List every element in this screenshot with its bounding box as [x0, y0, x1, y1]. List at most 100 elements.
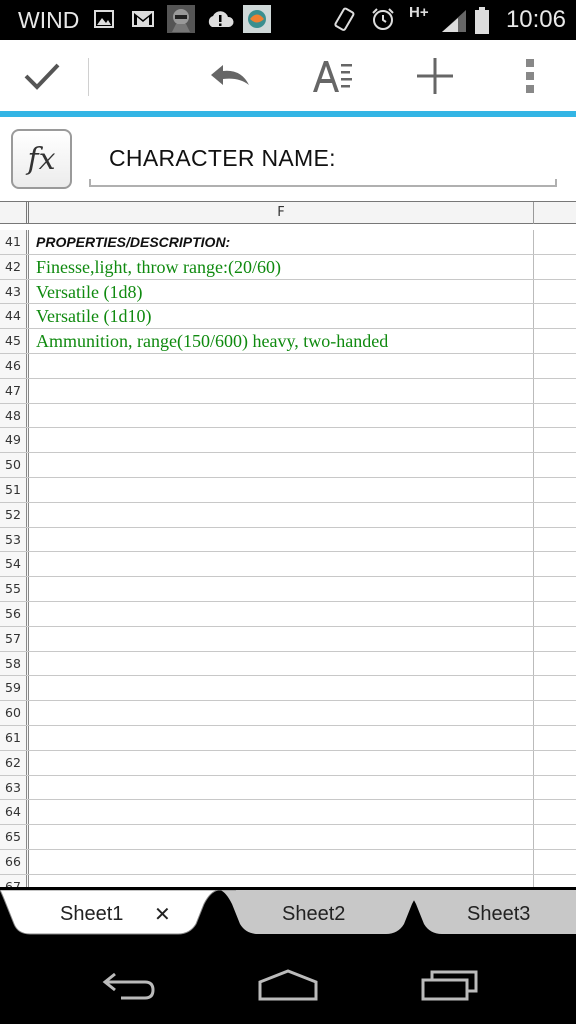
row-number[interactable]: 41: [0, 230, 29, 254]
function-button[interactable]: fx: [11, 129, 72, 189]
row-number[interactable]: 60: [0, 701, 29, 725]
cell-g[interactable]: [534, 577, 576, 601]
cell-g[interactable]: [534, 428, 576, 452]
row-number[interactable]: 64: [0, 800, 29, 825]
cell-g[interactable]: [534, 230, 576, 254]
insert-button[interactable]: [403, 40, 467, 112]
cell-f[interactable]: [29, 477, 534, 502]
formula-bar: fx CHARACTER NAME:: [0, 117, 576, 201]
cell-f[interactable]: [29, 750, 534, 775]
cell-g[interactable]: [534, 751, 576, 775]
cell-g[interactable]: [534, 776, 576, 800]
cell-f[interactable]: [29, 775, 534, 800]
row-number[interactable]: 56: [0, 601, 29, 626]
cell-g[interactable]: [534, 602, 576, 626]
row-number[interactable]: 55: [0, 577, 29, 601]
cell-f[interactable]: [29, 552, 534, 577]
home-button[interactable]: [248, 959, 328, 1011]
cell-g[interactable]: [534, 676, 576, 700]
row-number[interactable]: 59: [0, 676, 29, 701]
row-number[interactable]: 52: [0, 502, 29, 527]
cell-g[interactable]: [534, 503, 576, 527]
row-number[interactable]: 66: [0, 849, 29, 874]
row-number[interactable]: 67: [0, 874, 29, 887]
cell-f[interactable]: [29, 626, 534, 651]
cell-f[interactable]: [29, 502, 534, 527]
tab-sheet2[interactable]: Sheet2: [210, 890, 424, 935]
format-button[interactable]: [300, 40, 364, 112]
row-number[interactable]: 49: [0, 428, 29, 453]
cell-g[interactable]: [534, 726, 576, 750]
row-number[interactable]: 44: [0, 304, 29, 329]
row-number[interactable]: 53: [0, 527, 29, 552]
cell-f[interactable]: [29, 403, 534, 428]
table-row: 47: [0, 378, 576, 404]
cell-f[interactable]: [29, 428, 534, 453]
row-number[interactable]: 46: [0, 353, 29, 378]
cell-g[interactable]: [534, 652, 576, 676]
cell-g[interactable]: [534, 379, 576, 403]
cell-g[interactable]: [534, 701, 576, 725]
row-number[interactable]: 51: [0, 477, 29, 502]
cell-g[interactable]: [534, 528, 576, 552]
row-number[interactable]: 61: [0, 725, 29, 750]
formula-input[interactable]: CHARACTER NAME:: [89, 135, 557, 187]
cell-f[interactable]: [29, 676, 534, 701]
cell-g[interactable]: [534, 329, 576, 353]
row-number[interactable]: 42: [0, 254, 29, 279]
cell-f[interactable]: [29, 825, 534, 849]
row-number[interactable]: 63: [0, 775, 29, 800]
row-number[interactable]: 65: [0, 825, 29, 849]
overflow-menu-button[interactable]: [498, 40, 562, 112]
cell-f[interactable]: [29, 353, 534, 378]
back-button[interactable]: [88, 959, 168, 1011]
cell-f[interactable]: [29, 601, 534, 626]
cell-f[interactable]: [29, 800, 534, 825]
row-number[interactable]: 54: [0, 552, 29, 577]
cell-g[interactable]: [534, 453, 576, 477]
cell-f[interactable]: [29, 874, 534, 887]
cell-g[interactable]: [534, 404, 576, 428]
cell-g[interactable]: [534, 627, 576, 651]
row-number[interactable]: 58: [0, 651, 29, 676]
row-number[interactable]: 47: [0, 378, 29, 403]
close-sheet-icon[interactable]: ✕: [154, 902, 171, 926]
undo-button[interactable]: [198, 40, 262, 112]
column-header-f[interactable]: F: [29, 202, 534, 224]
cell-g[interactable]: [534, 304, 576, 328]
cell-g[interactable]: [534, 552, 576, 576]
confirm-button[interactable]: [10, 40, 74, 112]
cell-f[interactable]: [29, 378, 534, 403]
row-number[interactable]: 45: [0, 329, 29, 353]
cell-f[interactable]: [29, 849, 534, 874]
cell-f[interactable]: [29, 577, 534, 601]
cell-g[interactable]: [534, 255, 576, 279]
cell-f[interactable]: [29, 701, 534, 725]
cell-f[interactable]: Versatile (1d8): [29, 279, 534, 304]
cell-g[interactable]: [534, 478, 576, 502]
spreadsheet-grid[interactable]: F 41 PROPERTIES/DESCRIPTION: 42 Finesse,lig…: [0, 201, 576, 887]
select-all-corner[interactable]: [0, 202, 29, 224]
cell-g[interactable]: [534, 354, 576, 378]
row-number[interactable]: 48: [0, 403, 29, 428]
tab-sheet1[interactable]: Sheet1 ✕: [0, 890, 236, 935]
cell-g[interactable]: [534, 875, 576, 887]
cell-f[interactable]: Finesse,light, throw range:(20/60): [29, 254, 534, 279]
cell-f[interactable]: [29, 527, 534, 552]
cell-g[interactable]: [534, 800, 576, 824]
row-number[interactable]: 50: [0, 453, 29, 477]
row-number[interactable]: 62: [0, 750, 29, 775]
recents-button[interactable]: [410, 959, 490, 1011]
cell-f[interactable]: Versatile (1d10): [29, 304, 534, 329]
cell-f[interactable]: [29, 453, 534, 477]
row-number[interactable]: 43: [0, 279, 29, 304]
cell-f[interactable]: PROPERTIES/DESCRIPTION:: [29, 230, 534, 254]
cell-f[interactable]: Ammunition, range(150/600) heavy, two-ha…: [29, 329, 534, 353]
cell-g[interactable]: [534, 280, 576, 304]
cell-f[interactable]: [29, 725, 534, 750]
cell-g[interactable]: [534, 825, 576, 849]
column-header-next[interactable]: [534, 202, 576, 224]
cell-g[interactable]: [534, 850, 576, 874]
cell-f[interactable]: [29, 651, 534, 676]
row-number[interactable]: 57: [0, 626, 29, 651]
